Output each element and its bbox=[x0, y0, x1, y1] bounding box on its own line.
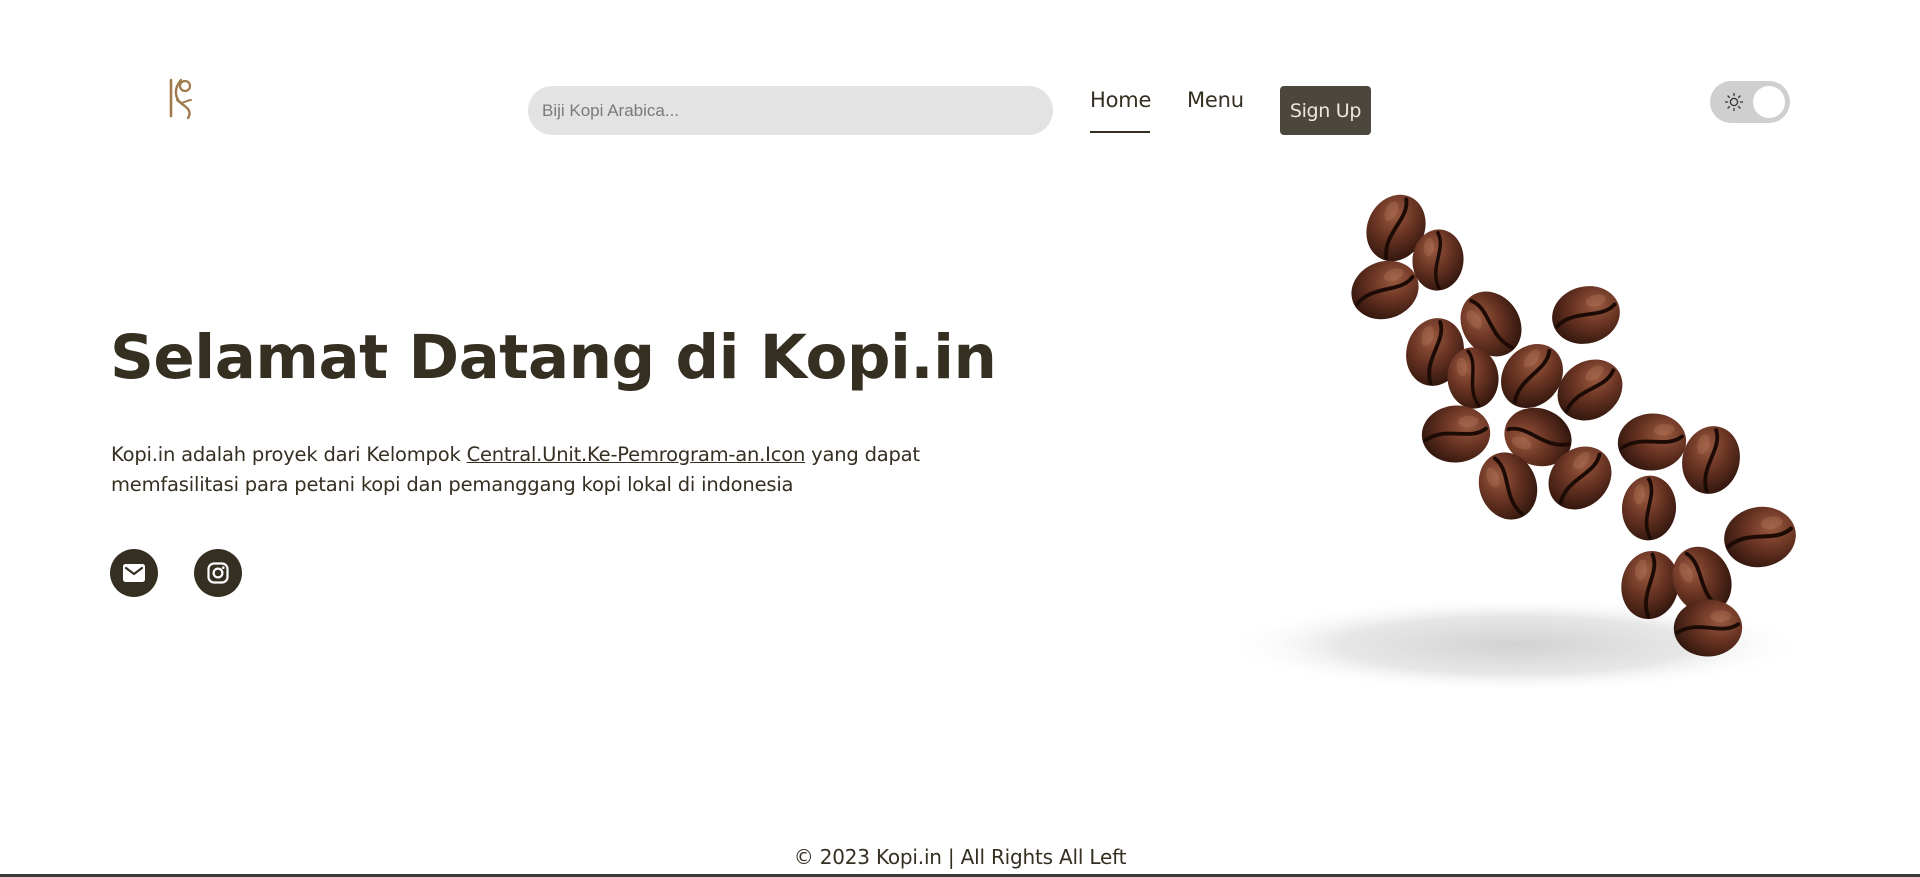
nav-home-link[interactable]: Home bbox=[1090, 88, 1151, 112]
hero-title: Selamat Datang di Kopi.in bbox=[110, 322, 997, 393]
toggle-knob bbox=[1753, 86, 1785, 118]
group-link[interactable]: Central.Unit.Ke-Pemrogram-an.Icon bbox=[467, 443, 806, 466]
logo-icon[interactable] bbox=[166, 76, 196, 120]
page: Home Menu Sign Up Selamat Datang di Kopi… bbox=[0, 0, 1920, 877]
hero-description-start: Kopi.in adalah proyek dari Kelompok bbox=[111, 443, 467, 466]
hero-description: Kopi.in adalah proyek dari Kelompok Cent… bbox=[111, 440, 991, 500]
sun-icon bbox=[1724, 92, 1744, 112]
instagram-icon bbox=[207, 562, 229, 584]
mail-button[interactable] bbox=[110, 549, 158, 597]
search-input[interactable] bbox=[528, 86, 1053, 135]
theme-toggle[interactable] bbox=[1710, 81, 1790, 123]
footer-copyright: © 2023 Kopi.in | All Rights All Left bbox=[793, 845, 1127, 869]
coffee-beans-illustration bbox=[1225, 183, 1805, 693]
mail-icon bbox=[123, 564, 145, 582]
sign-up-button[interactable]: Sign Up bbox=[1280, 86, 1371, 135]
instagram-button[interactable] bbox=[194, 549, 242, 597]
active-nav-underline bbox=[1090, 131, 1150, 133]
nav-menu-link[interactable]: Menu bbox=[1187, 88, 1244, 112]
